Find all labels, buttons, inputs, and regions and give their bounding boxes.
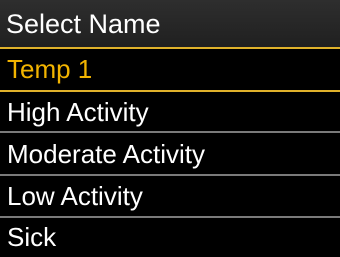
list-item-label: Temp 1 <box>7 54 93 84</box>
screen-title: Select Name <box>6 9 161 39</box>
select-name-screen: Select Name Temp 1 High Activity Moderat… <box>0 0 340 257</box>
list-item-label: Low Activity <box>7 181 143 211</box>
selection-bottom-border <box>0 90 340 92</box>
list-divider <box>0 216 340 218</box>
list-item-temp-1[interactable]: Temp 1 <box>0 47 340 91</box>
list-item-label: Moderate Activity <box>7 138 205 169</box>
list-item-sick[interactable]: Sick <box>0 217 340 257</box>
list-item-label: Sick <box>7 222 57 252</box>
list-item-low-activity[interactable]: Low Activity <box>0 175 340 217</box>
title-bar: Select Name <box>0 0 340 47</box>
list-divider <box>0 174 340 176</box>
list-item-label: High Activity <box>7 96 149 127</box>
list-divider <box>0 131 340 133</box>
selection-top-border <box>0 47 340 49</box>
name-list: Temp 1 High Activity Moderate Activity L… <box>0 47 340 257</box>
list-item-moderate-activity[interactable]: Moderate Activity <box>0 132 340 175</box>
list-item-high-activity[interactable]: High Activity <box>0 91 340 132</box>
